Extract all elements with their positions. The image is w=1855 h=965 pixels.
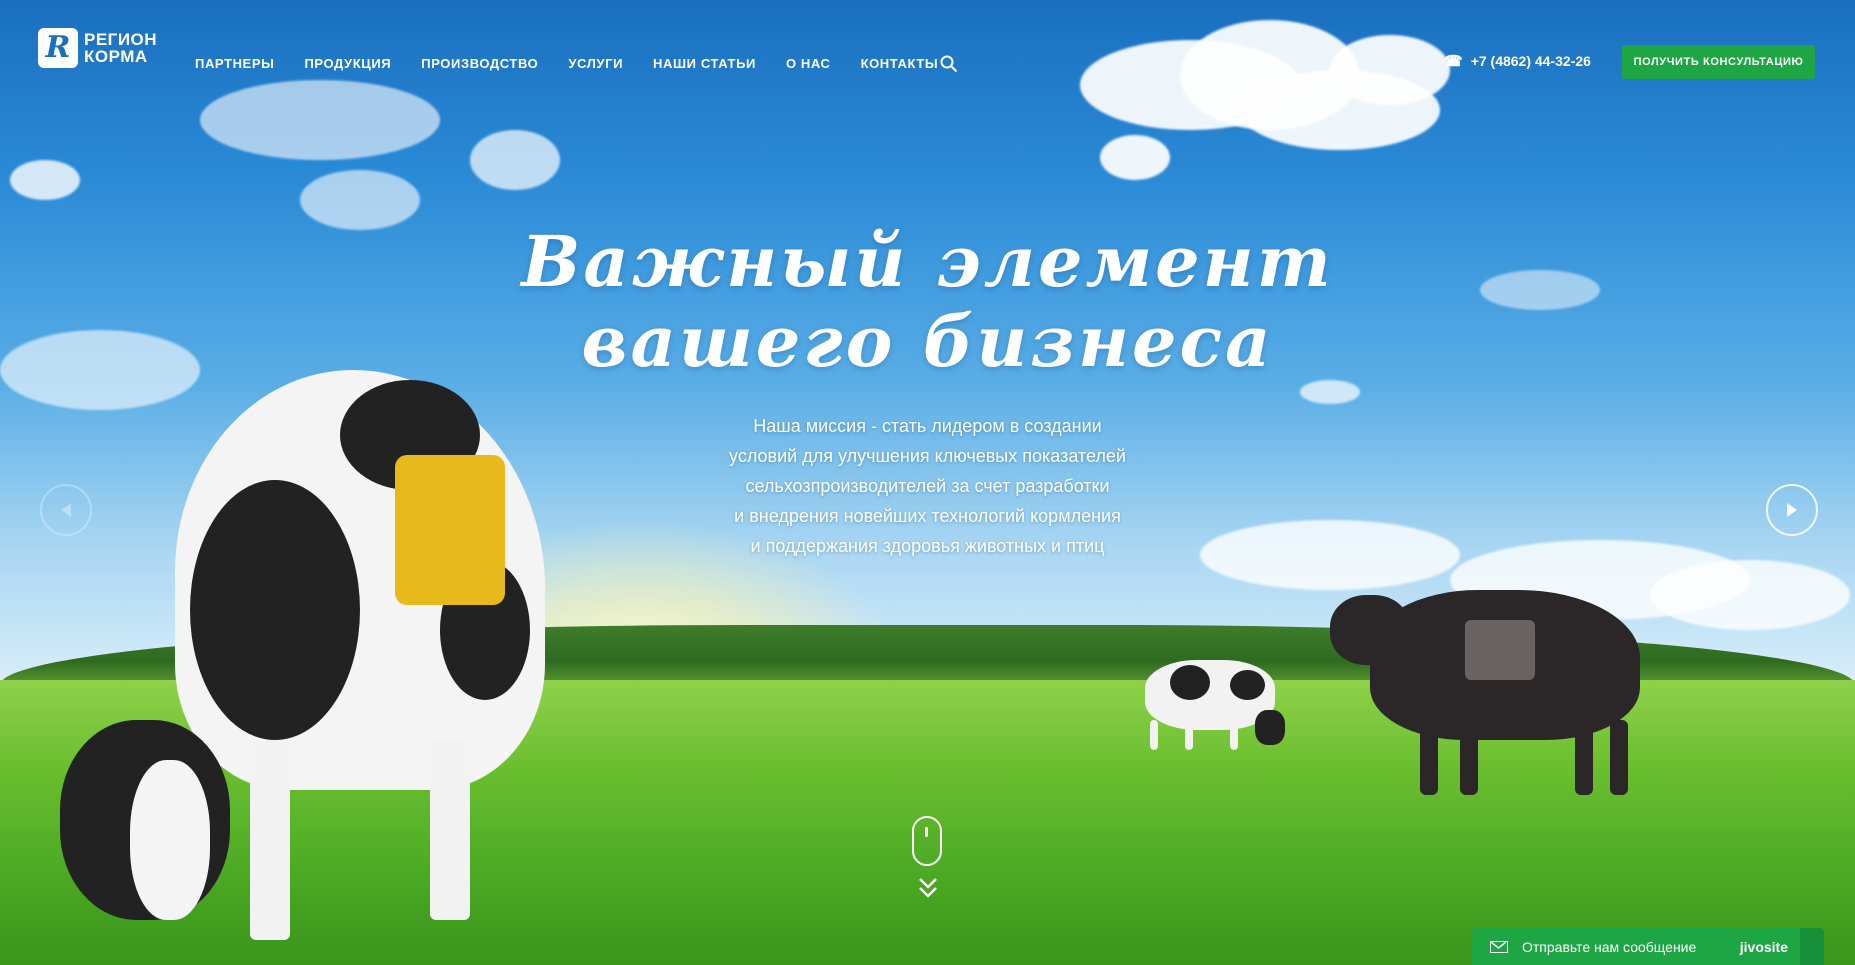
chat-label: Отправьте нам сообщение: [1522, 938, 1697, 955]
headline-line-1: Важный элемент: [521, 220, 1334, 303]
puzzle-hole: [1465, 620, 1535, 680]
nav-item-production[interactable]: ПРОИЗВОДСТВО: [421, 56, 538, 71]
chat-corner: [1800, 928, 1824, 965]
cloud: [1100, 135, 1170, 180]
chevron-down-icon[interactable]: [917, 876, 939, 900]
phone-contact[interactable]: ☎ +7 (4862) 44-32-26: [1444, 52, 1591, 70]
phone-number: +7 (4862) 44-32-26: [1470, 53, 1591, 69]
logo-line-2: КОРМА: [84, 47, 148, 66]
phone-icon: ☎: [1444, 53, 1463, 70]
mission-line: и внедрения новейших технологий кормлени…: [734, 506, 1121, 526]
cloud: [470, 130, 560, 190]
consultation-button[interactable]: ПОЛУЧИТЬ КОНСУЛЬТАЦИЮ: [1622, 45, 1815, 79]
mission-line: сельхозпроизводителей за счет разработки: [745, 476, 1110, 496]
logo-line-1: РЕГИОН: [84, 30, 158, 49]
scroll-mouse-icon[interactable]: [912, 816, 942, 866]
nav-item-services[interactable]: УСЛУГИ: [568, 56, 623, 71]
arrow-right-icon: [1787, 503, 1797, 517]
cloud: [1330, 35, 1450, 105]
nav-item-articles[interactable]: НАШИ СТАТЬИ: [653, 56, 756, 71]
slider-next-button[interactable]: [1766, 484, 1818, 536]
search-icon[interactable]: [940, 55, 958, 73]
nav-item-products[interactable]: ПРОДУКЦИЯ: [304, 56, 391, 71]
logo-mark: R: [38, 28, 78, 68]
chat-widget[interactable]: Отправьте нам сообщение jivosite: [1472, 928, 1824, 965]
nav-item-contacts[interactable]: КОНТАКТЫ: [861, 56, 939, 71]
cloud: [1300, 380, 1360, 404]
site-logo[interactable]: R РЕГИОН КОРМА: [38, 28, 157, 68]
headline-line-2: вашего бизнеса: [581, 300, 1274, 383]
cloud: [10, 160, 80, 200]
mission-line: условий для улучшения ключевых показател…: [729, 446, 1126, 466]
chat-brand-logo: jivosite: [1739, 938, 1788, 955]
mission-text: Наша миссия - стать лидером в создании у…: [0, 411, 1855, 561]
arrow-left-icon: [61, 503, 71, 517]
nav-item-partners[interactable]: ПАРТНЕРЫ: [195, 56, 274, 71]
nav-item-about[interactable]: О НАС: [786, 56, 831, 71]
mission-line: и поддержания здоровья животных и птиц: [750, 536, 1105, 556]
cloud: [200, 80, 440, 160]
logo-text: РЕГИОН КОРМА: [84, 31, 157, 65]
slider-prev-button[interactable]: [40, 484, 92, 536]
cloud: [300, 170, 420, 230]
mouse-wheel: [925, 827, 928, 837]
cloud: [1650, 560, 1850, 630]
main-nav: ПАРТНЕРЫ ПРОДУКЦИЯ ПРОИЗВОДСТВО УСЛУГИ Н…: [195, 56, 968, 71]
mission-line: Наша миссия - стать лидером в создании: [753, 416, 1102, 436]
envelope-icon: [1490, 940, 1508, 953]
hero-headline: Важный элемент вашего бизнеса: [0, 222, 1855, 382]
